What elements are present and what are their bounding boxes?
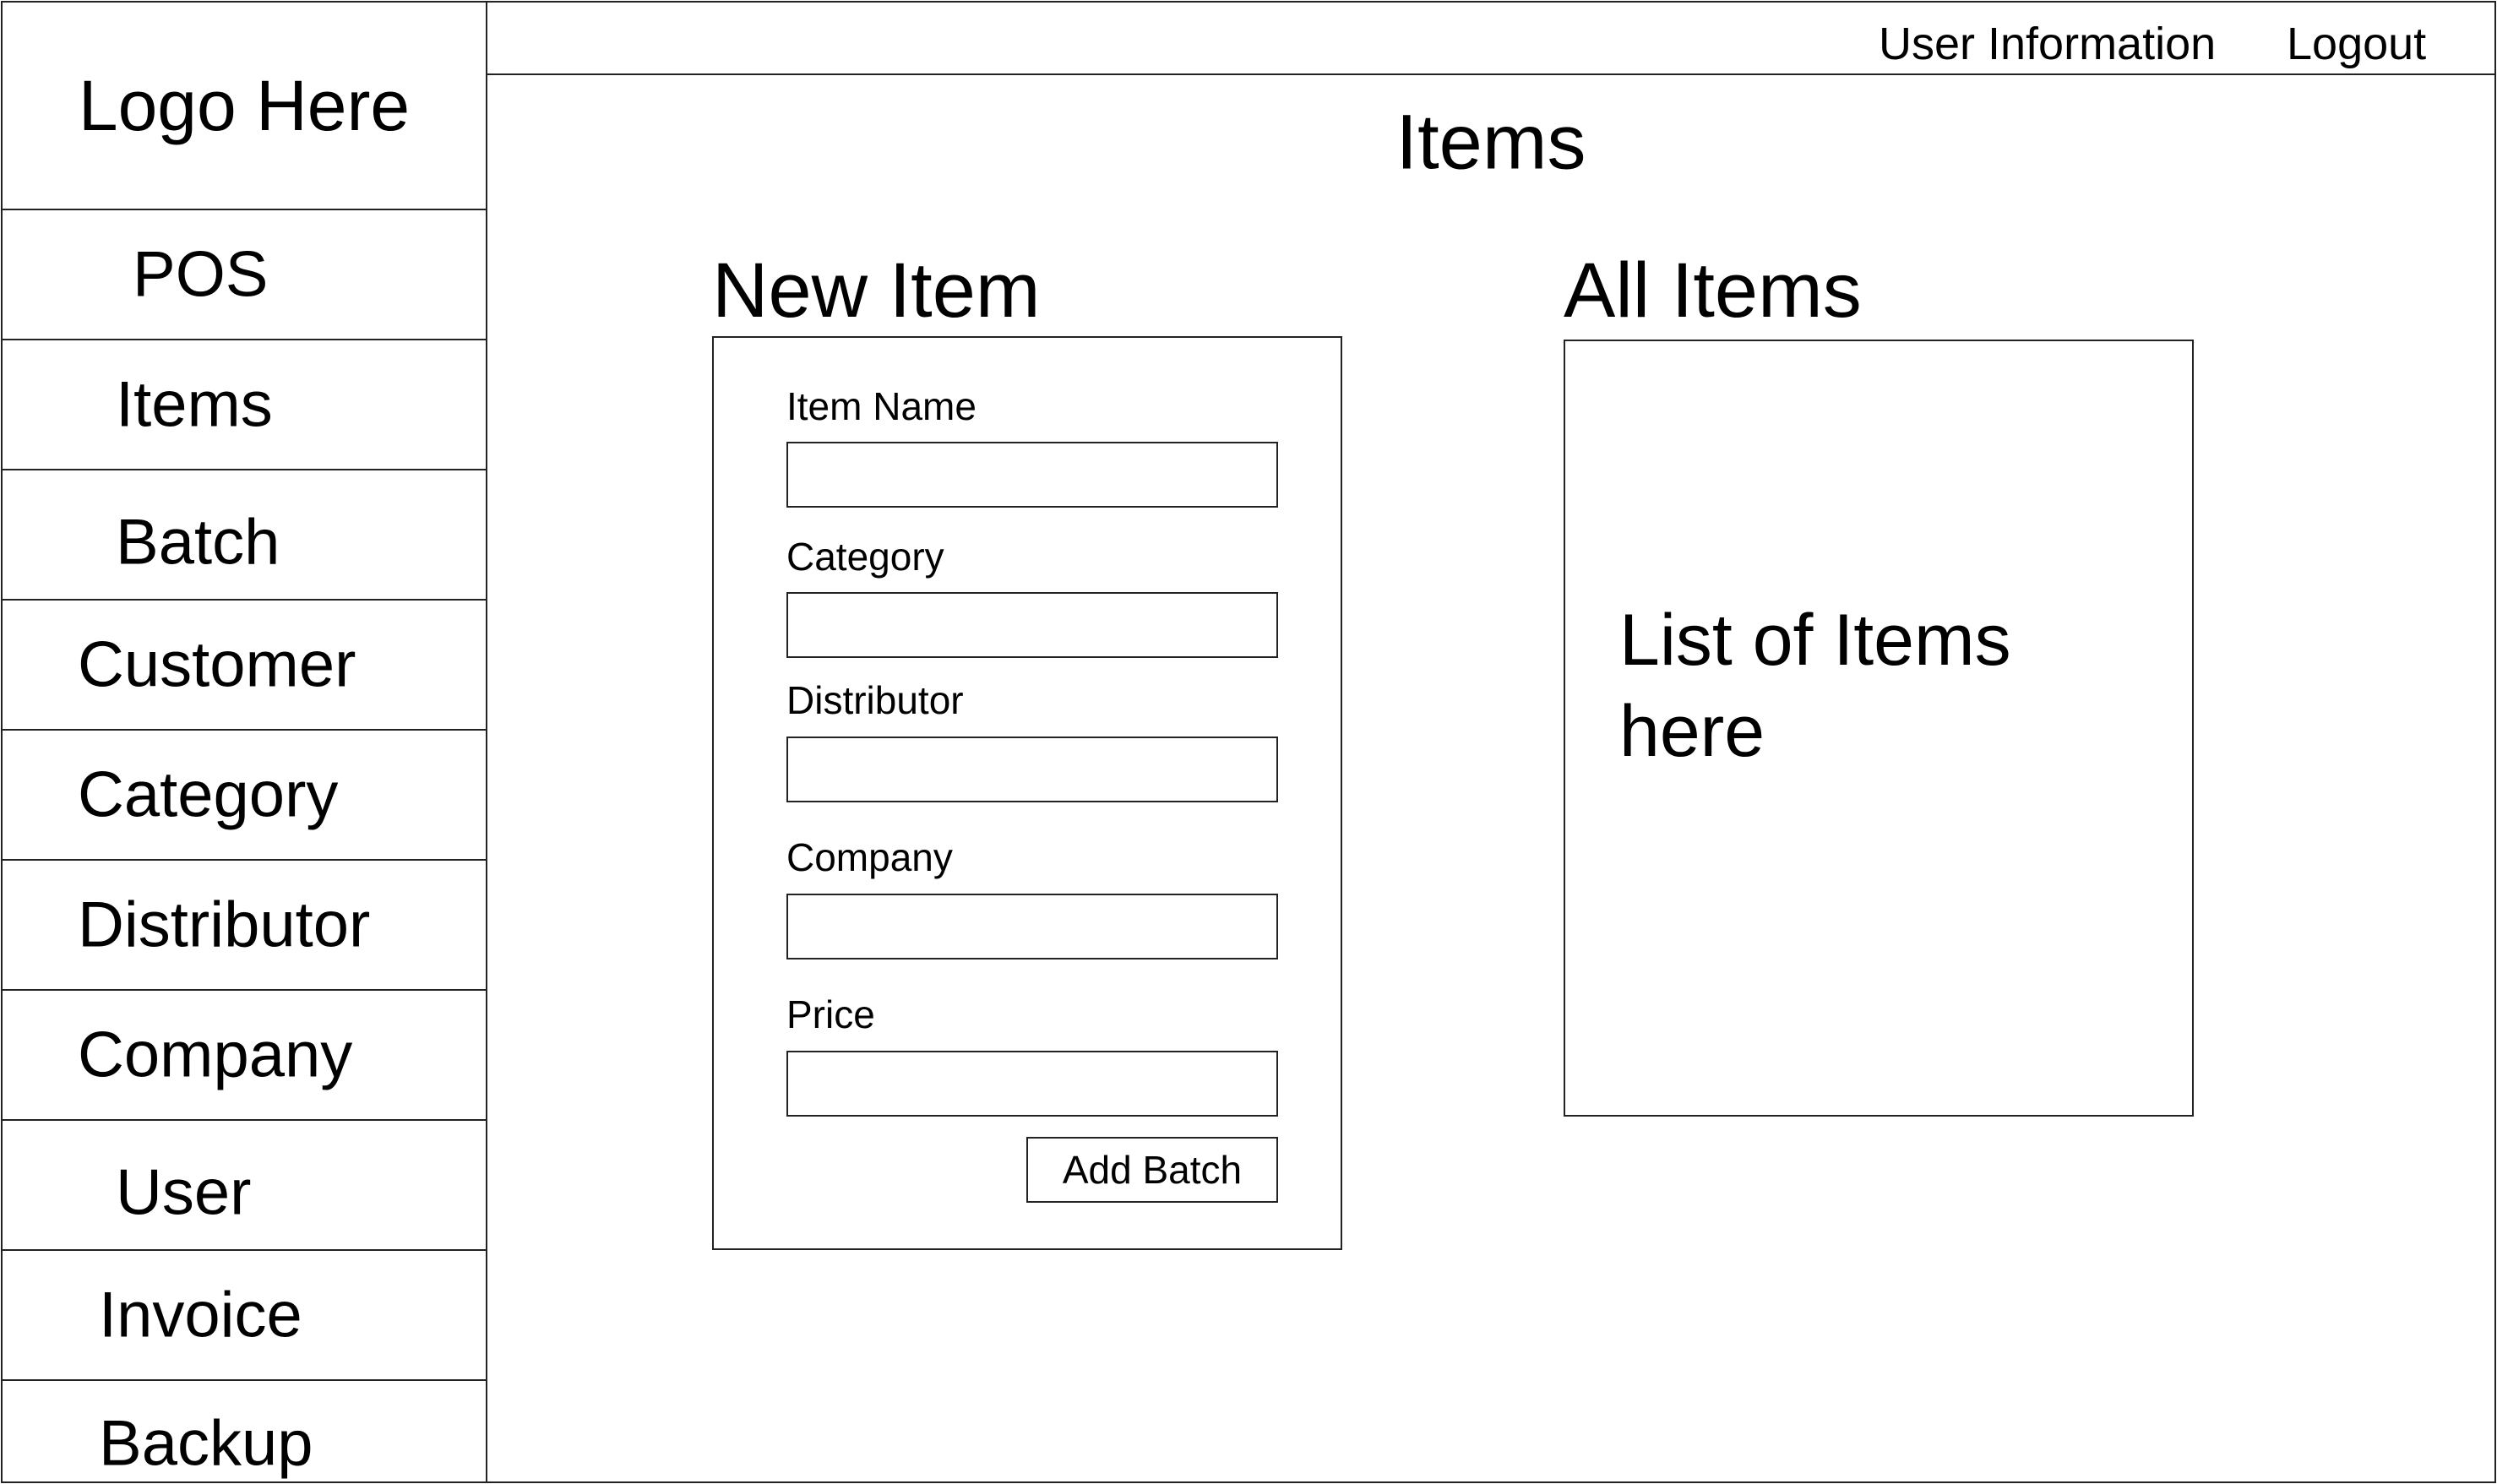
page-header: Items	[486, 73, 2496, 211]
price-input[interactable]	[786, 1051, 1278, 1117]
sidebar-item-label: Company	[78, 1019, 353, 1091]
company-input[interactable]	[786, 894, 1278, 959]
sidebar-item-company[interactable]: Company	[1, 991, 487, 1121]
sidebar-item-user[interactable]: User	[1, 1121, 487, 1251]
sidebar-item-label: Distributor	[78, 889, 371, 961]
items-list: List of Items here	[1564, 340, 2194, 1117]
sidebar-item-label: POS	[133, 238, 269, 311]
sidebar-item-batch[interactable]: Batch	[1, 470, 487, 601]
top-bar: User Information Logout	[486, 1, 2496, 75]
category-label: Category	[786, 535, 944, 579]
company-label: Company	[786, 835, 953, 879]
sidebar-item-label: Invoice	[99, 1279, 302, 1351]
sidebar-item-label: Customer	[78, 628, 356, 701]
logout-link[interactable]: Logout	[2287, 18, 2426, 70]
item-name-input[interactable]	[786, 442, 1278, 508]
sidebar-item-invoice[interactable]: Invoice	[1, 1251, 487, 1381]
sidebar-item-backup[interactable]: Backup	[1, 1381, 487, 1483]
distributor-input[interactable]	[786, 737, 1278, 802]
category-input[interactable]	[786, 592, 1278, 658]
sidebar-item-items[interactable]: Items	[1, 340, 487, 470]
sidebar-item-label: Batch	[116, 506, 280, 579]
sidebar-item-label: User	[116, 1156, 252, 1229]
sidebar-item-label: Backup	[99, 1407, 313, 1480]
sidebar-item-pos[interactable]: POS	[1, 210, 487, 340]
logo-text: Logo Here	[78, 65, 411, 145]
price-label: Price	[786, 992, 875, 1036]
app-window: Logo Here POS Items Batch Customer Categ…	[0, 0, 2497, 1484]
sidebar-item-distributor[interactable]: Distributor	[1, 861, 487, 991]
item-name-label: Item Name	[786, 384, 976, 428]
add-batch-button[interactable]: Add Batch	[1026, 1137, 1278, 1203]
sidebar-item-category[interactable]: Category	[1, 731, 487, 861]
all-items-title: All Items	[1564, 247, 1862, 334]
new-item-title: New Item	[712, 247, 1041, 334]
items-list-placeholder: List of Items here	[1619, 600, 2011, 772]
sidebar-item-label: Items	[116, 368, 273, 441]
logo: Logo Here	[1, 1, 487, 210]
distributor-label: Distributor	[786, 678, 964, 722]
user-information-link[interactable]: User Information	[1879, 18, 2216, 70]
page-title: Items	[1395, 99, 1586, 185]
sidebar-item-customer[interactable]: Customer	[1, 601, 487, 731]
sidebar-item-label: Category	[78, 758, 339, 831]
